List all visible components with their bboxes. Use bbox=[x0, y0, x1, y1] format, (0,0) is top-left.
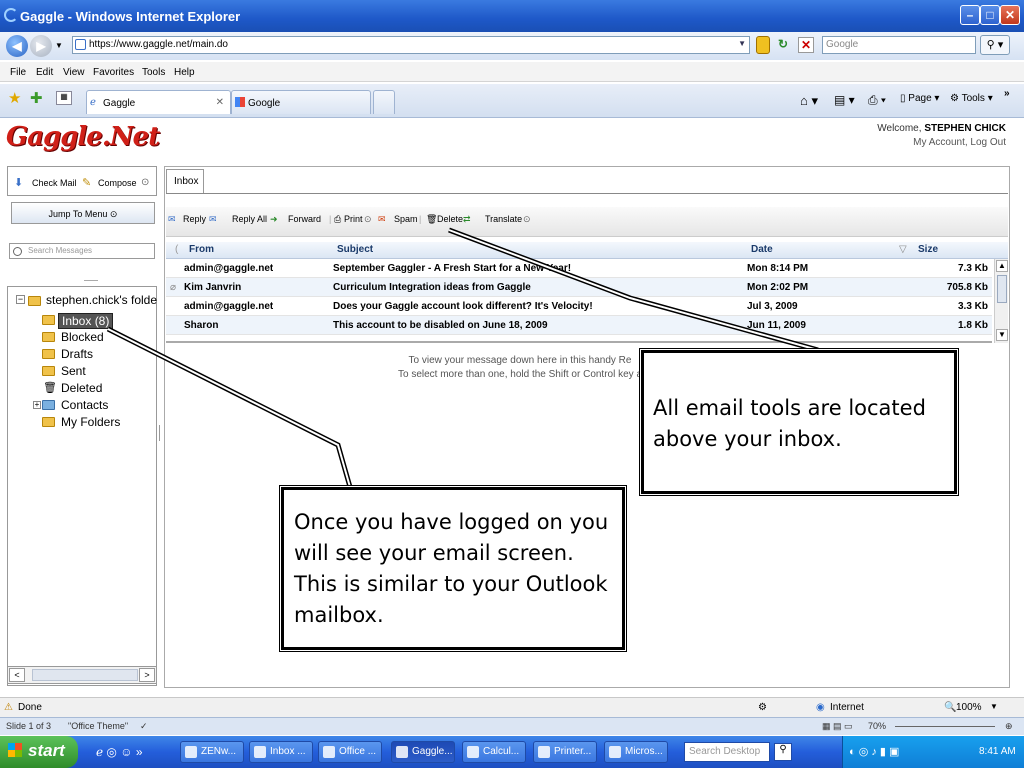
security-icon[interactable]: ⚙ bbox=[758, 702, 767, 713]
zoom-dropdown-icon[interactable]: ▼ bbox=[990, 702, 998, 711]
desktop-search-button[interactable]: ⚲ bbox=[774, 743, 792, 761]
slide-indicator: Slide 1 of 3 bbox=[6, 721, 52, 731]
task-office[interactable]: Office ... bbox=[318, 741, 382, 763]
desktop-search-input[interactable]: Search Desktop bbox=[684, 742, 770, 762]
warning-icon: ⚠ bbox=[4, 702, 13, 713]
view-buttons[interactable]: ▦ ▤ ▭ bbox=[822, 721, 853, 732]
zoom-level[interactable]: 100% bbox=[956, 702, 982, 713]
ppt-status-bar: Slide 1 of 3 "Office Theme" ✓ ▦ ▤ ▭ 70% … bbox=[0, 717, 1024, 735]
theme-name: "Office Theme" bbox=[68, 721, 129, 731]
status-text: Done bbox=[18, 702, 42, 713]
clock[interactable]: 8:41 AM bbox=[979, 746, 1016, 757]
task-zenworks[interactable]: ZENw... bbox=[180, 741, 244, 763]
spellcheck-icon[interactable]: ✓ bbox=[140, 721, 148, 732]
start-button[interactable]: start bbox=[0, 736, 78, 768]
quicklaunch-icons[interactable]: ℯ ◎ ☺ » bbox=[96, 745, 143, 759]
zoom-slider[interactable] bbox=[895, 721, 995, 727]
ppt-zoom[interactable]: 70% bbox=[868, 721, 886, 731]
tray-icons[interactable]: ◐ ◎ ♪ ▮ ▣ bbox=[849, 745, 899, 758]
taskbar: start ℯ ◎ ☺ » ZENw... Inbox ... Office .… bbox=[0, 736, 1024, 768]
ie-status-bar: ⚠ Done ⚙ ◉ Internet 🔍 100% ▼ bbox=[0, 697, 1024, 717]
zoom-icon[interactable]: 🔍 bbox=[944, 702, 956, 713]
task-inbox[interactable]: Inbox ... bbox=[249, 741, 313, 763]
task-microsoft[interactable]: Micros... bbox=[604, 741, 668, 763]
internet-zone-icon: ◉ bbox=[816, 702, 825, 713]
callout-logged-on: Once you have logged on you will see you… bbox=[281, 487, 625, 650]
task-gaggle[interactable]: Gaggle... bbox=[391, 741, 455, 763]
callout-tools: All email tools are located above your i… bbox=[641, 350, 957, 494]
windows-logo-icon bbox=[8, 743, 22, 757]
fit-window-icon[interactable]: ⊕ bbox=[1005, 721, 1013, 732]
task-calculator[interactable]: Calcul... bbox=[462, 741, 526, 763]
task-printer[interactable]: Printer... bbox=[533, 741, 597, 763]
system-tray: ◐ ◎ ♪ ▮ ▣ 8:41 AM bbox=[842, 736, 1024, 768]
zone-text: Internet bbox=[830, 702, 864, 713]
